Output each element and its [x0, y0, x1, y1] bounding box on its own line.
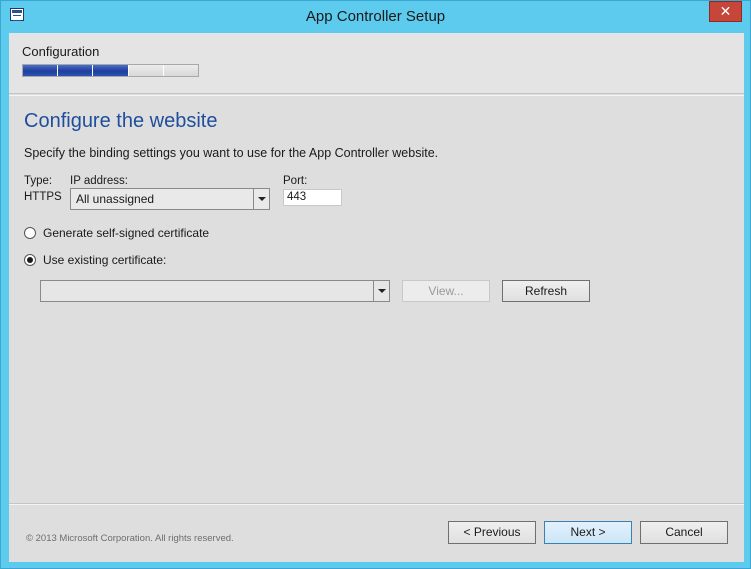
copyright-text: © 2013 Microsoft Corporation. All rights…	[26, 533, 234, 544]
step-progress-bar	[22, 64, 199, 77]
radio-existing-label[interactable]: Use existing certificate:	[43, 253, 166, 267]
chevron-down-icon[interactable]	[253, 189, 269, 209]
radio-generate-label[interactable]: Generate self-signed certificate	[43, 226, 209, 240]
refresh-button[interactable]: Refresh	[502, 280, 590, 302]
view-certificate-button[interactable]: View...	[402, 280, 490, 302]
window-title: App Controller Setup	[305, 8, 446, 25]
next-button[interactable]: Next >	[544, 521, 632, 544]
chevron-down-icon[interactable]	[373, 281, 389, 301]
progress-segment	[58, 65, 94, 76]
type-value: HTTPS	[24, 191, 62, 203]
title-bar[interactable]: App Controller Setup ✕	[1, 1, 750, 33]
ip-address-label: IP address:	[70, 175, 128, 187]
radio-button-checked[interactable]	[24, 254, 36, 266]
previous-button[interactable]: < Previous	[448, 521, 536, 544]
port-field[interactable]: 443	[283, 189, 342, 206]
radio-button[interactable]	[24, 227, 36, 239]
port-label: Port:	[283, 175, 308, 187]
progress-segment	[93, 65, 129, 76]
page-title: Configure the website	[24, 110, 218, 132]
certificate-dropdown[interactable]	[40, 280, 390, 302]
footer-divider	[9, 503, 744, 505]
ip-address-dropdown[interactable]: All unassigned	[70, 188, 270, 210]
wizard-body: Configuration Configure the website Spec…	[9, 33, 744, 562]
progress-segment	[163, 65, 199, 76]
ip-address-value: All unassigned	[76, 192, 155, 206]
setup-window: App Controller Setup ✕ Configuration Con…	[0, 0, 751, 569]
step-label: Configuration	[22, 44, 100, 59]
wizard-header: Configuration	[9, 33, 744, 96]
progress-segment	[128, 65, 164, 76]
progress-segment	[23, 65, 59, 76]
close-button[interactable]: ✕	[709, 1, 742, 22]
type-label: Type:	[24, 175, 53, 187]
page-instruction: Specify the binding settings you want to…	[24, 146, 439, 160]
cancel-button[interactable]: Cancel	[640, 521, 728, 544]
